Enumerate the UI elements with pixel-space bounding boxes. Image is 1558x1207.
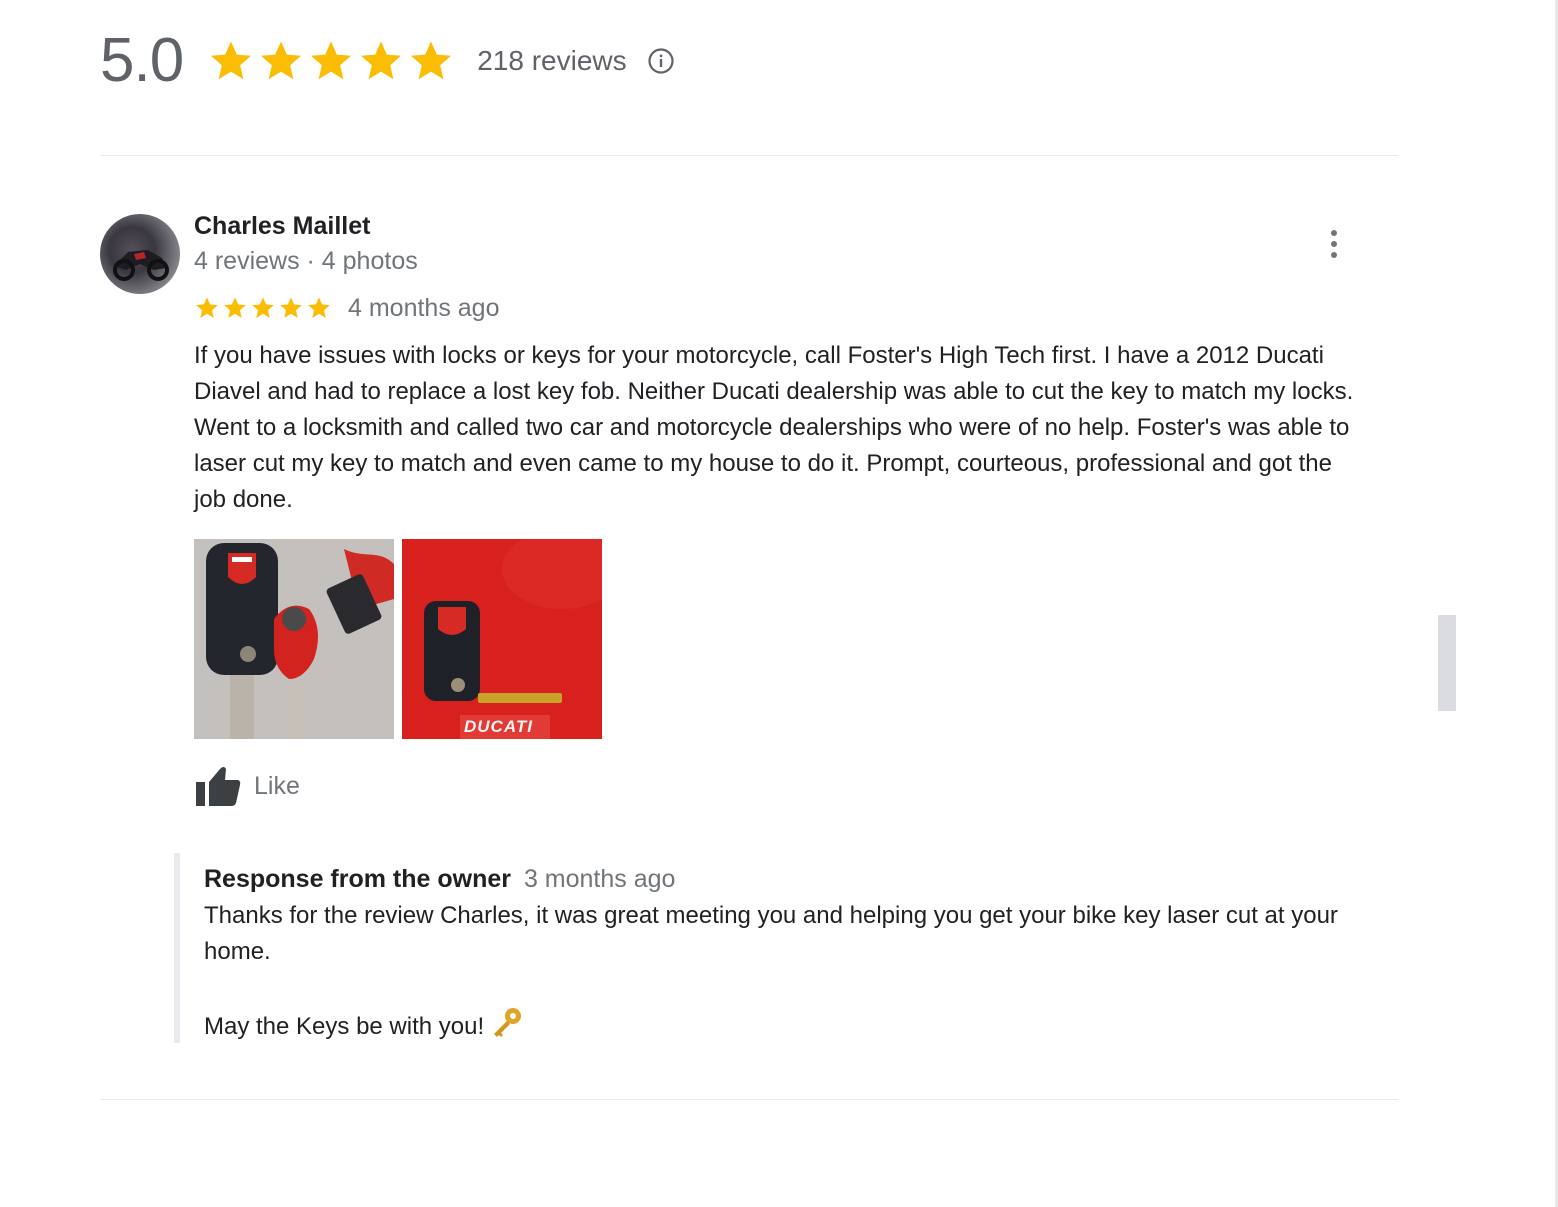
review-count[interactable]: 218 reviews xyxy=(477,45,626,77)
info-circle-icon[interactable] xyxy=(647,47,675,75)
star-icon xyxy=(261,41,302,80)
star-icon xyxy=(252,297,274,318)
star-icon xyxy=(411,41,452,80)
owner-response-line: Thanks for the review Charles, it was gr… xyxy=(204,902,1338,965)
star-icon xyxy=(308,297,330,318)
owner-response-body: Thanks for the review Charles, it was gr… xyxy=(204,898,1394,1045)
review-stars xyxy=(194,295,332,321)
owner-response-signoff-text: May the Keys be with you! xyxy=(204,1013,485,1040)
photo-caption: DUCATI xyxy=(464,717,533,736)
rating-summary: 5.0 218 reviews xyxy=(100,26,675,96)
scrollbar-thumb[interactable] xyxy=(1438,615,1456,711)
thumb-up-icon xyxy=(196,767,241,806)
star-icon xyxy=(211,41,252,80)
owner-response-signoff: May the Keys be with you! xyxy=(204,1006,1394,1045)
star-icon xyxy=(224,297,246,318)
like-label: Like xyxy=(254,771,300,800)
key-fob-photo[interactable] xyxy=(194,539,394,739)
ducati-key-photo[interactable]: DUCATI xyxy=(402,539,602,739)
star-icon xyxy=(196,297,218,318)
like-button[interactable]: Like xyxy=(194,764,300,808)
reviewer-name[interactable]: Charles Maillet xyxy=(194,212,370,241)
reviews-page: 5.0 218 reviews Charles Maillet 4 review… xyxy=(0,0,1558,1207)
review-photos: DUCATI xyxy=(194,539,602,739)
owner-response: Response from the owner 3 months ago Tha… xyxy=(174,853,1400,1043)
owner-response-header: Response from the owner 3 months ago xyxy=(204,865,675,894)
average-score: 5.0 xyxy=(100,26,184,95)
bottom-divider xyxy=(100,1099,1398,1100)
more-vert-icon[interactable] xyxy=(1320,226,1348,262)
star-icon xyxy=(280,297,302,318)
review-text: If you have issues with locks or keys fo… xyxy=(194,342,1354,513)
owner-response-title: Response from the owner xyxy=(204,865,511,893)
owner-response-date: 3 months ago xyxy=(523,865,676,893)
star-icon xyxy=(361,41,402,80)
star-icon xyxy=(311,41,352,80)
reviewer-meta: 4 reviews · 4 photos xyxy=(194,247,418,275)
top-divider xyxy=(100,155,1398,156)
review-rating-row: 4 months ago xyxy=(194,292,500,324)
summary-stars xyxy=(207,37,455,85)
avatar[interactable] xyxy=(100,214,180,294)
key-icon xyxy=(490,1006,524,1040)
review-date: 4 months ago xyxy=(348,293,500,322)
